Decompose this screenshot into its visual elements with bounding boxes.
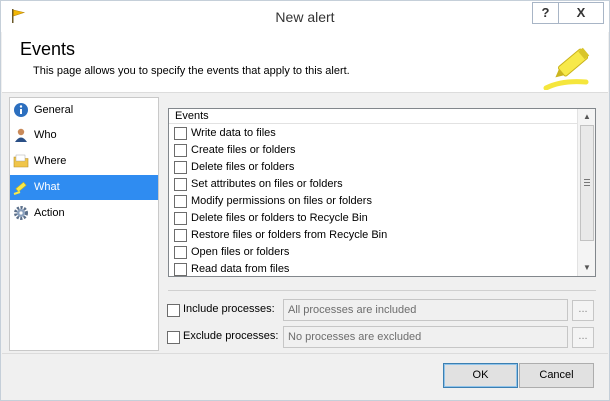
nav-item-general[interactable]: General bbox=[10, 98, 158, 123]
events-list-header: Events bbox=[169, 109, 578, 124]
event-checkbox[interactable] bbox=[174, 127, 187, 140]
events-scrollbar[interactable]: ▲ ▼ bbox=[577, 109, 595, 276]
nav-item-label: Action bbox=[34, 207, 65, 219]
page-title: Events bbox=[20, 39, 76, 59]
info-icon bbox=[14, 103, 28, 117]
title-bar: New alert ? X bbox=[1, 1, 609, 32]
scroll-down-arrow-icon[interactable]: ▼ bbox=[579, 261, 595, 275]
events-list: Events Write data to files Create files … bbox=[168, 108, 596, 277]
event-checkbox[interactable] bbox=[174, 195, 187, 208]
ok-button[interactable]: OK bbox=[443, 363, 518, 388]
event-label: Set attributes on files or folders bbox=[191, 178, 343, 190]
exclude-processes-browse-button: ... bbox=[572, 327, 594, 348]
user-icon bbox=[15, 128, 27, 142]
event-label: Restore files or folders from Recycle Bi… bbox=[191, 229, 388, 241]
nav-item-label: General bbox=[34, 104, 74, 116]
nav-item-label: What bbox=[34, 181, 60, 193]
event-checkbox[interactable] bbox=[174, 212, 187, 225]
highlighter-icon bbox=[13, 181, 27, 195]
nav-item-where[interactable]: Where bbox=[10, 149, 158, 174]
help-button[interactable]: ? bbox=[532, 2, 558, 24]
close-button[interactable]: X bbox=[558, 2, 604, 24]
nav-item-what[interactable]: What bbox=[10, 175, 158, 200]
event-item-delete-files[interactable]: Delete files or folders bbox=[174, 159, 574, 176]
page-header: Events This page allows you to specify t… bbox=[2, 32, 608, 93]
event-label: Write data to files bbox=[191, 127, 276, 139]
event-label: Read data from files bbox=[191, 263, 290, 275]
scroll-up-arrow-icon[interactable]: ▲ bbox=[579, 110, 595, 124]
nav-item-who[interactable]: Who bbox=[10, 123, 158, 148]
event-item-open-files[interactable]: Open files or folders bbox=[174, 244, 574, 261]
page-description: This page allows you to specify the even… bbox=[33, 65, 350, 77]
footer-divider bbox=[2, 353, 608, 354]
event-item-restore-from-recycle-bin[interactable]: Restore files or folders from Recycle Bi… bbox=[174, 227, 574, 244]
include-processes-browse-button: ... bbox=[572, 300, 594, 321]
event-label: Open files or folders bbox=[191, 246, 290, 258]
include-processes-label: Include processes: bbox=[183, 303, 275, 315]
include-processes-checkbox[interactable] bbox=[167, 304, 180, 317]
event-checkbox[interactable] bbox=[174, 161, 187, 174]
event-checkbox[interactable] bbox=[174, 178, 187, 191]
grip-icon bbox=[584, 179, 590, 186]
event-checkbox[interactable] bbox=[174, 144, 187, 157]
event-item-read-data[interactable]: Read data from files bbox=[174, 261, 574, 278]
event-item-delete-to-recycle-bin[interactable]: Delete files or folders to Recycle Bin bbox=[174, 210, 574, 227]
folder-icon bbox=[13, 154, 29, 168]
nav-item-action[interactable]: Action bbox=[10, 201, 158, 226]
event-item-create-files[interactable]: Create files or folders bbox=[174, 142, 574, 159]
event-item-write-data[interactable]: Write data to files bbox=[174, 125, 574, 142]
event-item-set-attributes[interactable]: Set attributes on files or folders bbox=[174, 176, 574, 193]
event-label: Create files or folders bbox=[191, 144, 296, 156]
highlighter-marker-icon bbox=[543, 47, 590, 90]
window-title: New alert bbox=[275, 9, 335, 25]
exclude-processes-field: No processes are excluded bbox=[283, 326, 568, 348]
exclude-processes-row: Exclude processes: No processes are excl… bbox=[167, 326, 597, 348]
event-checkbox[interactable] bbox=[174, 229, 187, 242]
event-checkbox[interactable] bbox=[174, 263, 187, 276]
include-processes-field: All processes are included bbox=[283, 299, 568, 321]
exclude-processes-label: Exclude processes: bbox=[183, 330, 279, 342]
nav-item-label: Who bbox=[34, 129, 57, 141]
section-divider bbox=[168, 290, 596, 291]
exclude-processes-checkbox[interactable] bbox=[167, 331, 180, 344]
page-navigation: General Who Where What Action bbox=[9, 97, 159, 351]
new-alert-dialog: New alert ? X Events This page allows yo… bbox=[0, 0, 610, 401]
include-processes-row: Include processes: All processes are inc… bbox=[167, 299, 597, 321]
event-checkbox[interactable] bbox=[174, 246, 187, 259]
event-label: Delete files or folders to Recycle Bin bbox=[191, 212, 368, 224]
event-label: Delete files or folders bbox=[191, 161, 295, 173]
nav-item-label: Where bbox=[34, 155, 67, 167]
event-label: Modify permissions on files or folders bbox=[191, 195, 372, 207]
scrollbar-thumb[interactable] bbox=[580, 125, 594, 241]
gear-icon bbox=[14, 206, 28, 220]
event-item-modify-permissions[interactable]: Modify permissions on files or folders bbox=[174, 193, 574, 210]
cancel-button[interactable]: Cancel bbox=[519, 363, 594, 388]
